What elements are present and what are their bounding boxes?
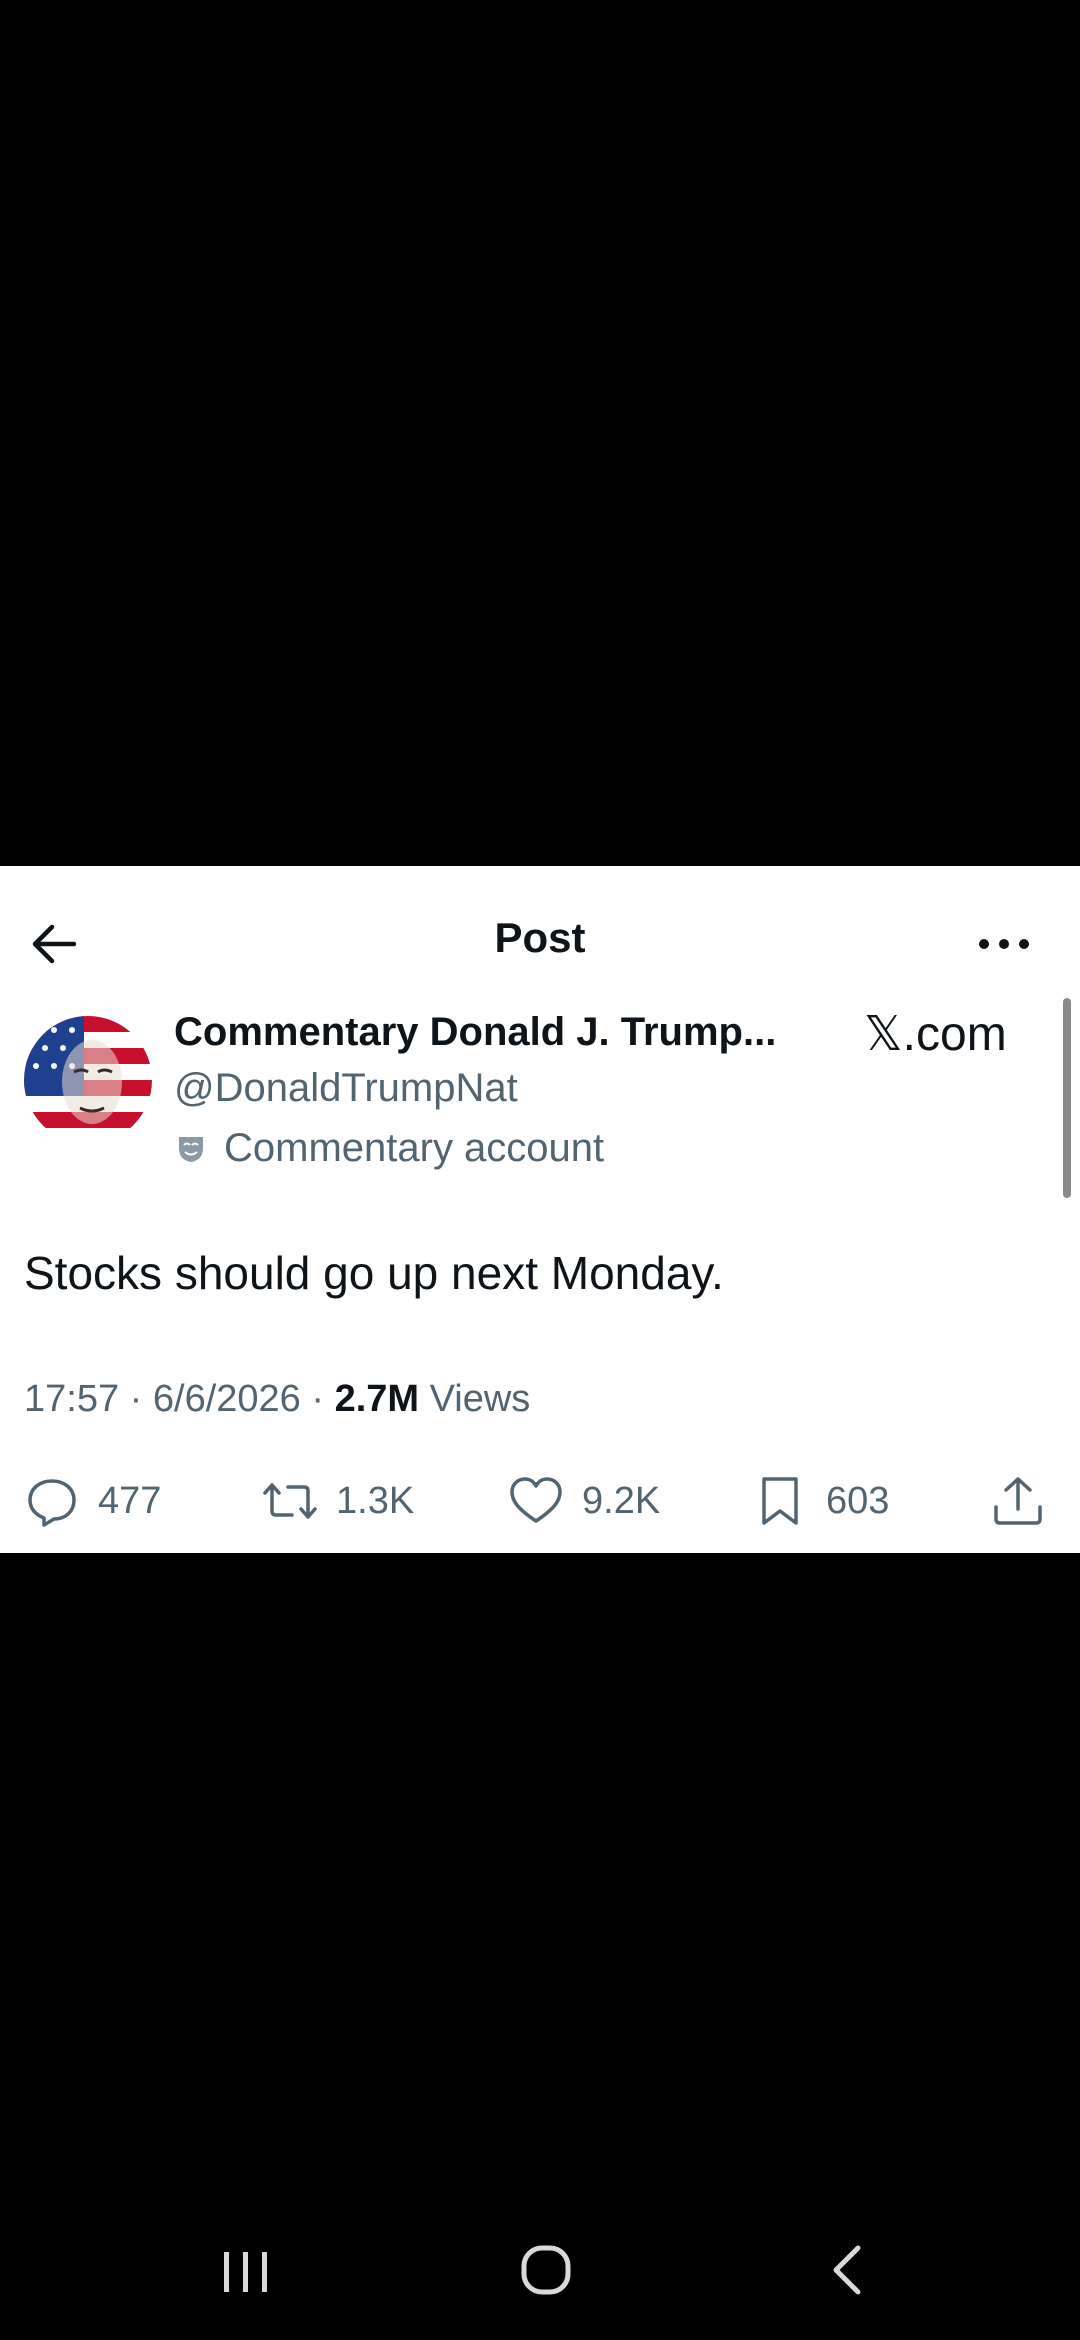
display-name[interactable]: Commentary Donald J. Trump... — [174, 1010, 776, 1055]
post-meta: 17:57 · 6/6/2026 · 2.7M Views — [24, 1378, 530, 1421]
action-bar: 477 1.3K 9.2K 603 — [0, 1466, 1080, 1536]
bookmark-icon — [762, 1477, 798, 1525]
repost-icon — [263, 1483, 317, 1519]
like-button[interactable]: 9.2K — [508, 1466, 660, 1536]
separator: · — [129, 1378, 153, 1420]
post-date[interactable]: 6/6/2026 — [153, 1378, 301, 1420]
repost-button[interactable]: 1.3K — [262, 1466, 414, 1536]
like-icon — [510, 1477, 562, 1523]
separator: · — [311, 1378, 335, 1420]
page-title: Post — [494, 914, 586, 961]
share-icon — [994, 1477, 1042, 1525]
back-icon[interactable] — [808, 2240, 888, 2300]
reply-icon — [28, 1479, 76, 1527]
repost-count: 1.3K — [336, 1479, 415, 1522]
commentary-mask-icon — [174, 1131, 208, 1165]
system-nav-bar — [0, 2220, 1080, 2320]
account-label: Commentary account — [174, 1124, 604, 1172]
home-icon[interactable] — [506, 2240, 586, 2300]
reply-count: 477 — [98, 1479, 162, 1522]
post-time[interactable]: 17:57 — [24, 1378, 119, 1420]
bookmark-count: 603 — [826, 1479, 890, 1522]
user-handle[interactable]: @DonaldTrumpNat — [174, 1066, 518, 1111]
recent-apps-icon[interactable] — [206, 2240, 286, 2300]
scrollbar[interactable] — [1063, 998, 1071, 1198]
views-count: 2.7M — [334, 1378, 420, 1420]
bookmark-button[interactable]: 603 — [752, 1466, 889, 1536]
like-count: 9.2K — [582, 1479, 661, 1522]
watermark-text: 𝕏.com — [864, 1008, 1007, 1061]
share-button[interactable] — [990, 1466, 1046, 1536]
reply-button[interactable]: 477 — [24, 1466, 161, 1536]
account-label-text: Commentary account — [224, 1125, 605, 1170]
avatar[interactable] — [24, 1016, 152, 1144]
more-icon[interactable] — [972, 920, 1036, 968]
views-label: Views — [429, 1378, 531, 1420]
post-card: Post Commentary Donald J. Trump... 𝕏.com… — [0, 866, 1080, 1553]
post-text: Stocks should go up next Monday. — [24, 1247, 724, 1299]
